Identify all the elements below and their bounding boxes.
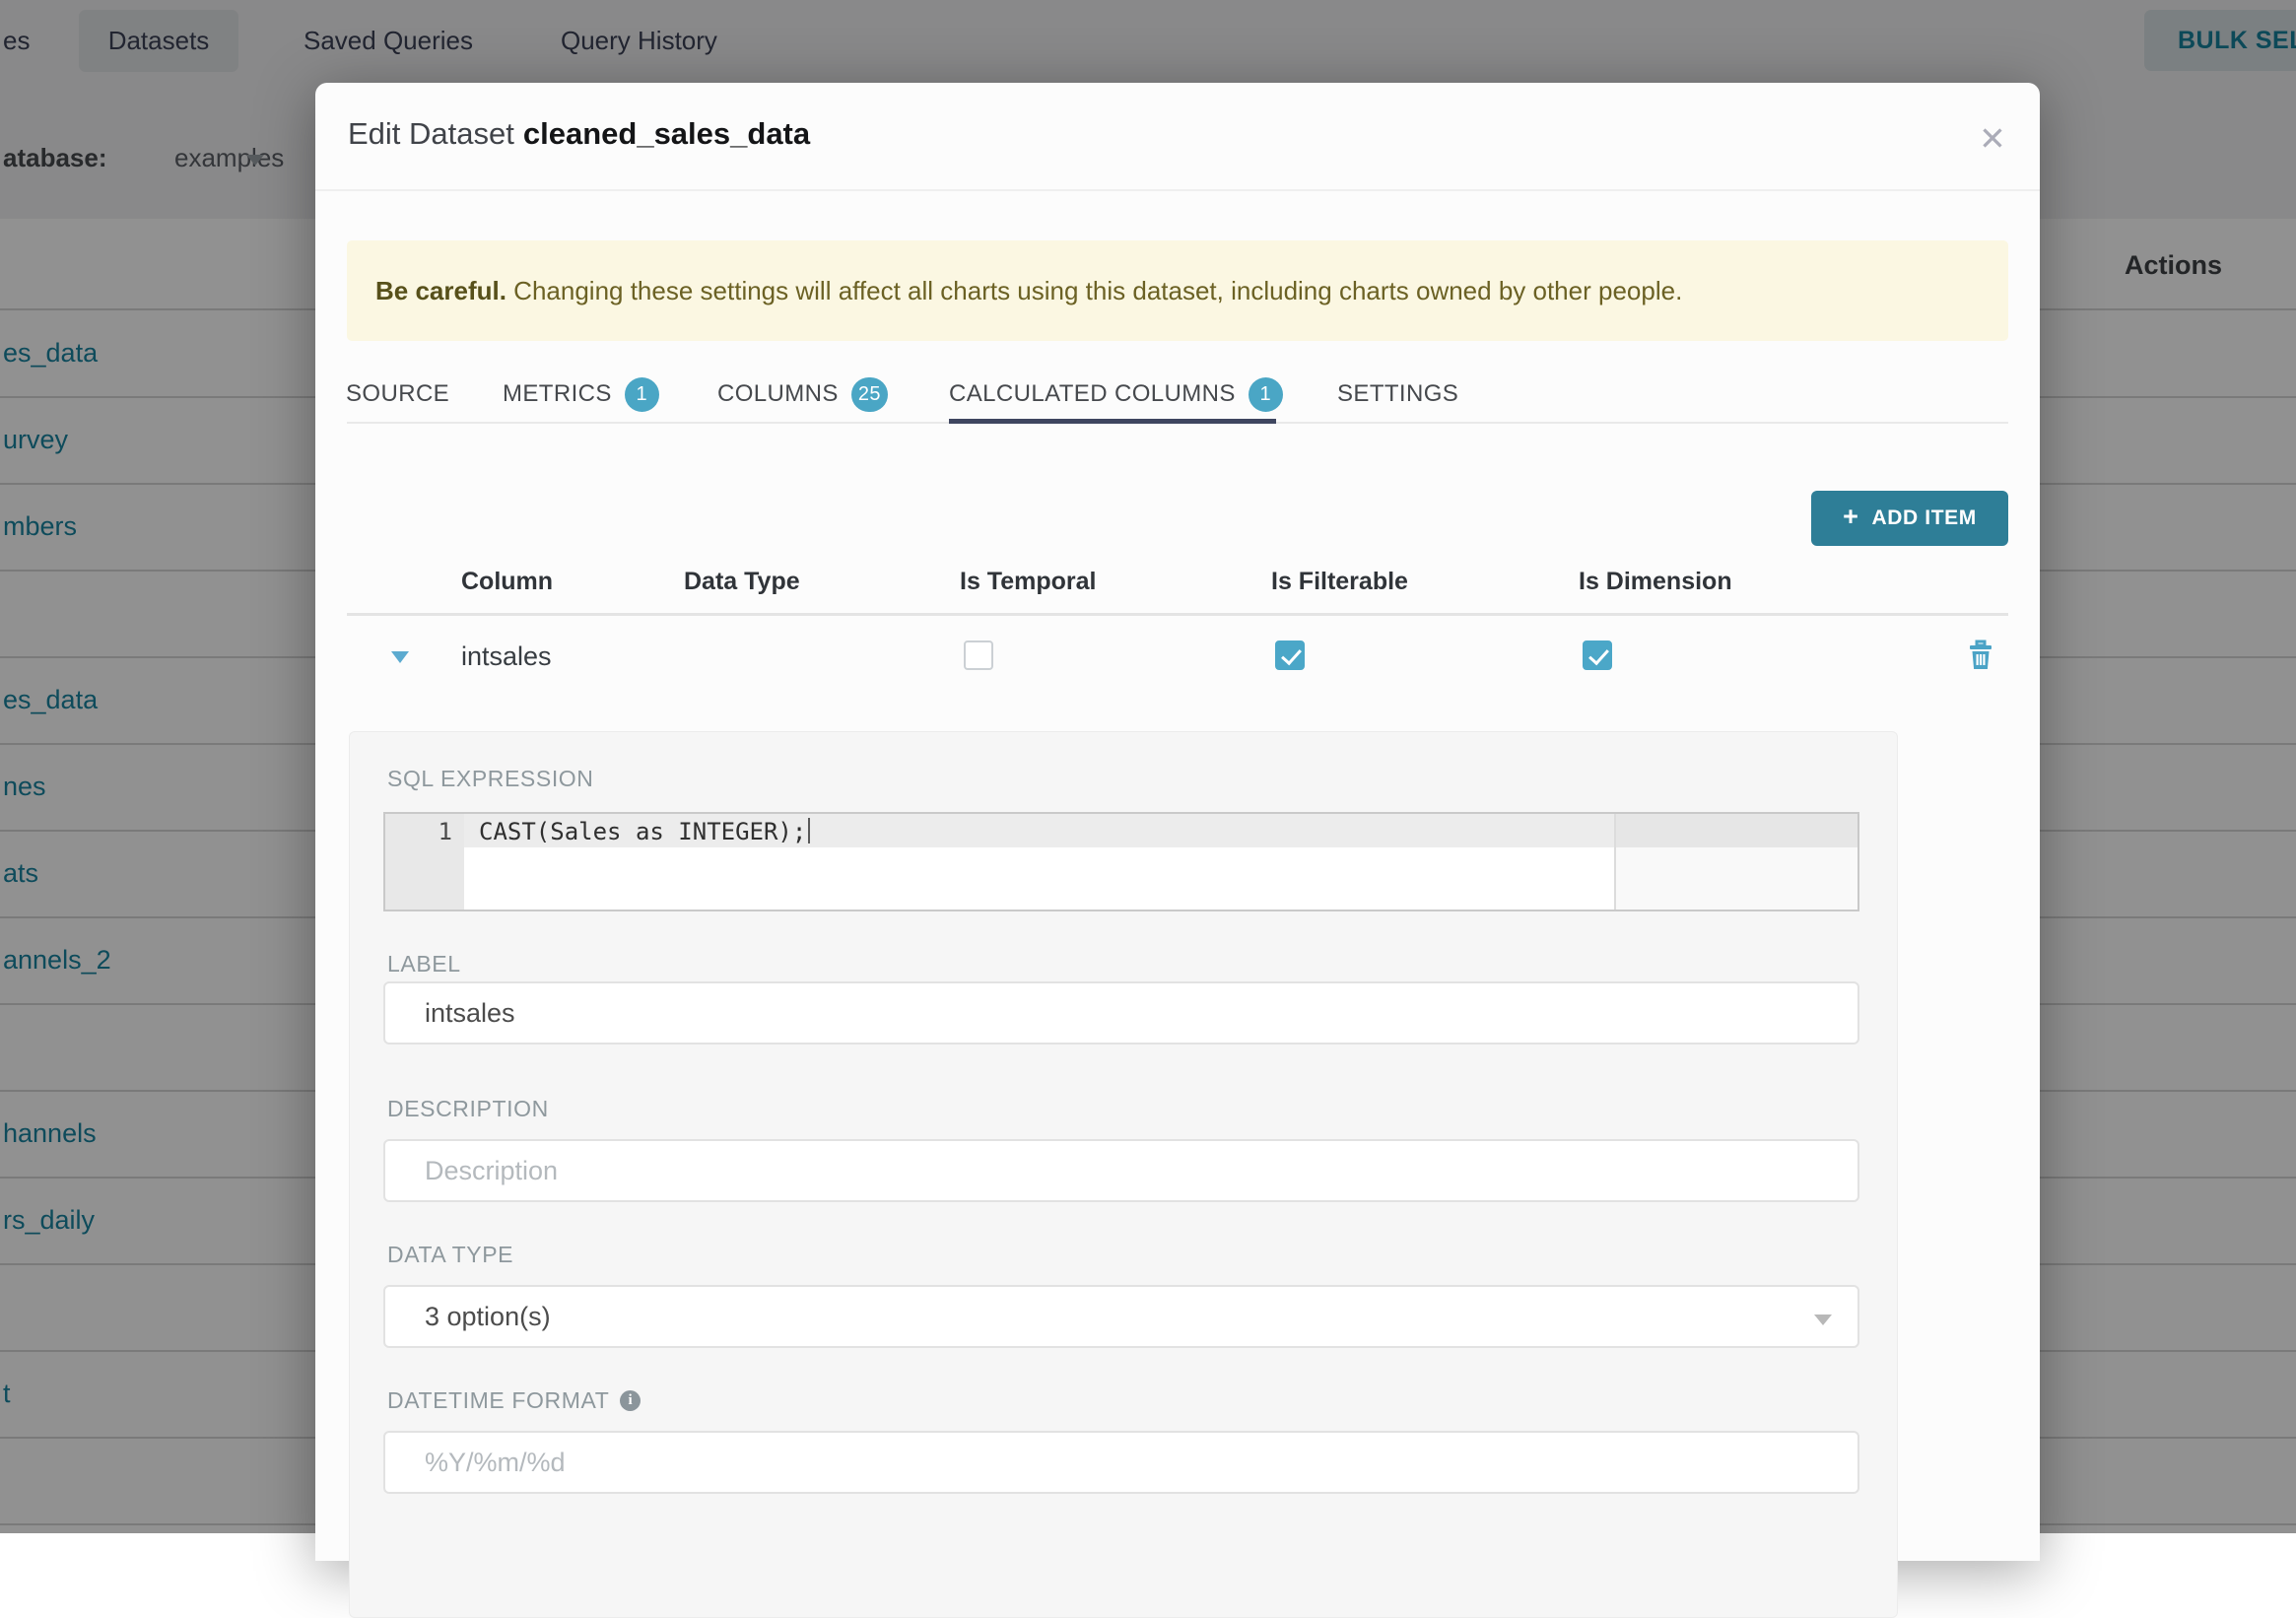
add-item-button[interactable]: + ADD ITEM [1811,491,2008,546]
tab-source[interactable]: SOURCE [346,374,449,414]
col-header-data-type: Data Type [684,568,800,595]
tab-count-badge: 1 [624,376,659,412]
tab-calculated-columns[interactable]: CALCULATED COLUMNS 1 [949,374,1283,414]
tab-count-badge: 1 [1248,376,1283,412]
label-field-label: LABEL [387,951,461,977]
sql-code-text: CAST(Sales as INTEGER); [479,818,807,845]
collapse-caret-icon[interactable] [391,651,409,663]
calculated-column-detail-panel: SQL EXPRESSION 1 CAST(Sales as INTEGER);… [349,731,1898,1618]
datetime-format-input[interactable] [383,1431,1859,1494]
col-header-is-filterable: Is Filterable [1271,568,1408,595]
tab-label: COLUMNS [717,380,839,407]
warning-banner-text: Be careful. Changing these settings will… [375,276,1682,306]
active-tab-underline [949,419,1276,424]
is-filterable-checkbox[interactable] [1275,640,1305,670]
tab-metrics[interactable]: METRICS 1 [503,374,659,414]
edit-dataset-modal: Edit Dataset cleaned_sales_data ✕ Be care… [315,83,2040,1618]
col-header-is-temporal: Is Temporal [960,568,1097,595]
columns-table-header-divider [347,613,2008,616]
tab-label: SETTINGS [1337,380,1459,407]
tab-count-badge: 25 [850,376,888,412]
is-temporal-checkbox[interactable] [964,640,993,670]
description-field-label: DESCRIPTION [387,1096,549,1121]
tab-settings[interactable]: SETTINGS [1337,374,1458,414]
add-item-label: ADD ITEM [1871,506,1977,529]
description-input[interactable] [383,1139,1859,1202]
warning-rest: Changing these settings will affect all … [506,275,1683,305]
chevron-down-icon [1814,1315,1832,1325]
info-icon[interactable]: i [620,1390,642,1411]
sql-code-line: CAST(Sales as INTEGER); [479,816,811,848]
modal-title-prefix: Edit Dataset [348,116,514,151]
tab-label: CALCULATED COLUMNS [949,380,1236,407]
warning-banner: Be careful. Changing these settings will… [347,240,2008,341]
data-type-field-label: DATA TYPE [387,1242,514,1267]
editor-line-number-gutter: 1 [385,814,464,910]
tab-columns[interactable]: COLUMNS 25 [717,374,888,414]
trash-icon[interactable] [1967,639,1994,670]
label-input[interactable] [383,981,1859,1045]
col-header-is-dimension: Is Dimension [1579,568,1732,595]
data-type-select[interactable]: 3 option(s) [383,1285,1859,1348]
sql-expression-label: SQL EXPRESSION [387,766,594,791]
close-icon[interactable]: ✕ [1969,114,2016,162]
row-column-name: intsales [461,641,552,671]
tab-label: METRICS [503,380,612,407]
col-header-column: Column [461,568,554,595]
tab-label: SOURCE [346,380,450,407]
plus-icon: + [1843,502,1859,531]
data-type-selected-value: 3 option(s) [425,1301,551,1331]
modal-title: Edit Dataset cleaned_sales_data [348,116,810,152]
sql-expression-editor[interactable]: 1 CAST(Sales as INTEGER); [383,812,1859,911]
datetime-format-field-label: DATETIME FORMAT i [387,1387,642,1414]
editor-print-margin [1614,814,1857,910]
is-dimension-checkbox[interactable] [1583,640,1612,670]
modal-title-dataset-name: cleaned_sales_data [522,116,811,151]
modal-header: Edit Dataset cleaned_sales_data ✕ [315,83,2040,191]
warning-bold: Be careful. [375,275,506,305]
datetime-format-label-text: DATETIME FORMAT [387,1387,610,1413]
text-cursor [808,818,811,843]
